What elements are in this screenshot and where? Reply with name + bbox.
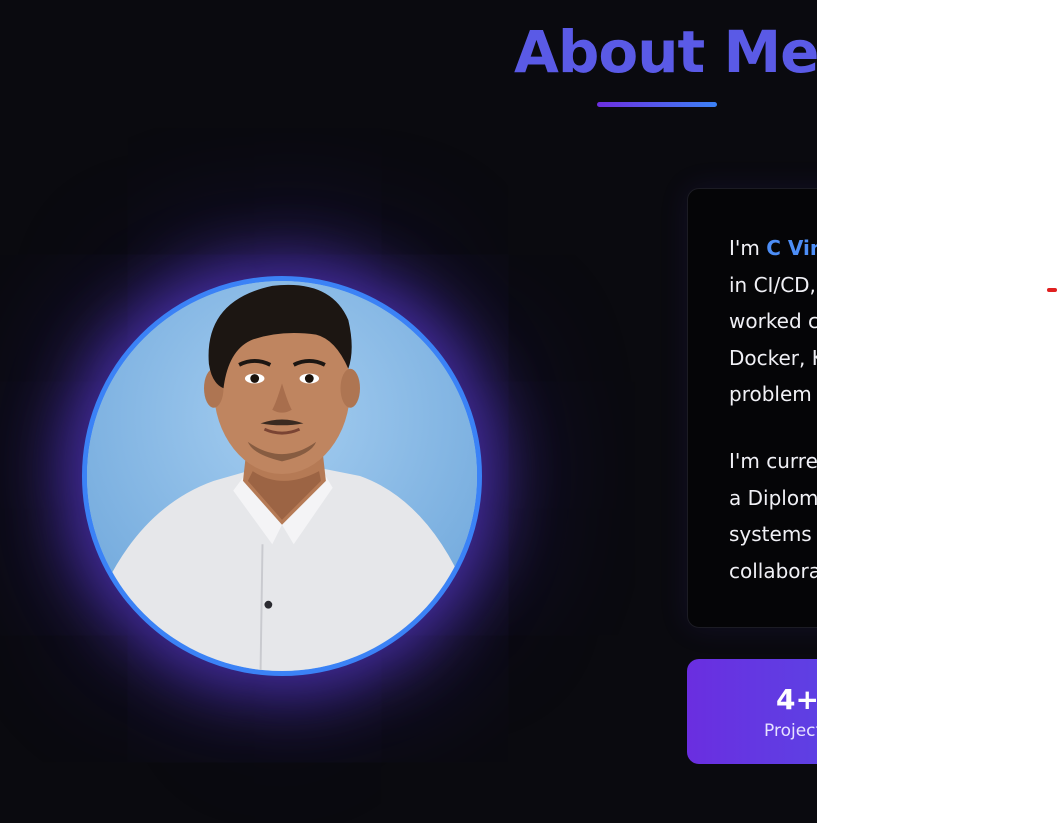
bio-paragraph-2: I'm curre a Diplom systems t collabora bbox=[729, 443, 817, 589]
profile-photo bbox=[82, 276, 482, 676]
title-underline bbox=[597, 102, 717, 107]
bio-line: collabora bbox=[729, 558, 817, 583]
bio-line: Docker, K bbox=[729, 345, 817, 370]
bio-line: in CI/CD, bbox=[729, 272, 816, 297]
stat-label: Project bbox=[764, 721, 817, 741]
bio-paragraph-1: I'm C Vin in CI/CD, worked c Docker, K p… bbox=[729, 230, 817, 413]
bio-line: problem bbox=[729, 382, 812, 406]
bio-line: worked c bbox=[729, 309, 817, 333]
name-highlight: C Vin bbox=[766, 236, 817, 260]
about-section: About Me I'm C Vin in CI/CD, worked c Do… bbox=[0, 0, 817, 823]
bio-intro-prefix: I'm bbox=[729, 236, 767, 260]
profile-photo-image bbox=[87, 281, 477, 671]
bio-line: a Diplom bbox=[729, 485, 817, 510]
bio-line: I'm curre bbox=[729, 449, 817, 473]
red-mark bbox=[1047, 288, 1057, 292]
stat-value: 4+ bbox=[776, 683, 817, 716]
blank-panel bbox=[817, 0, 1058, 823]
section-title: About Me bbox=[514, 18, 817, 86]
bio-line: systems t bbox=[729, 522, 817, 546]
bio-line: I'm C Vin bbox=[729, 230, 817, 267]
